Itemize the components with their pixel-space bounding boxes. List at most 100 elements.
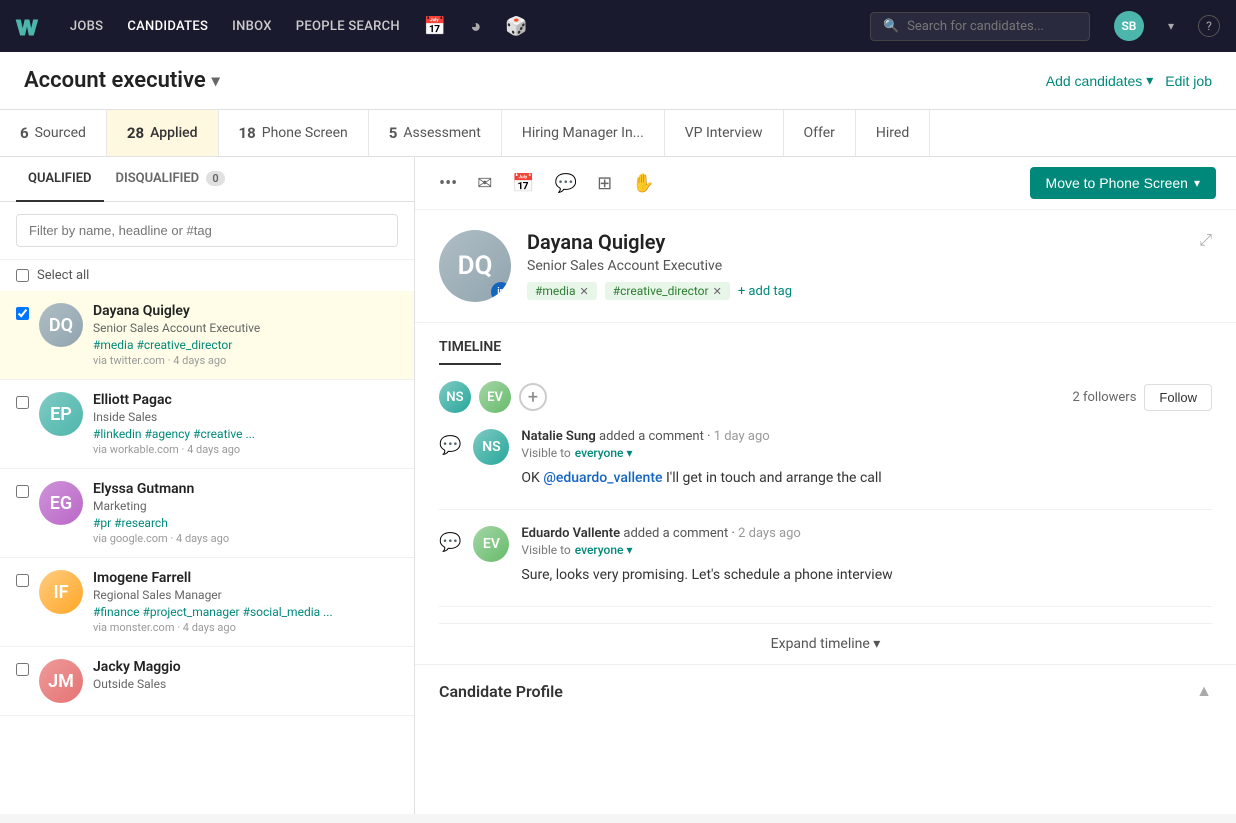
comment-divider bbox=[439, 509, 1212, 510]
left-panel: QUALIFIED DISQUALIFIED 0 Select all DQ D… bbox=[0, 157, 415, 814]
job-title: Account executive bbox=[24, 68, 206, 93]
select-all-checkbox[interactable] bbox=[16, 269, 29, 282]
comment-text: Sure, looks very promising. Let's schedu… bbox=[521, 565, 1212, 586]
filter-input[interactable] bbox=[16, 214, 398, 247]
list-item[interactable]: EG Elyssa Gutmann Marketing #pr #researc… bbox=[0, 469, 414, 558]
candidate-checkbox[interactable] bbox=[16, 396, 29, 409]
candidate-name: Imogene Farrell bbox=[93, 570, 398, 586]
tab-hiring-manager[interactable]: Hiring Manager In... bbox=[502, 110, 665, 156]
hiring-manager-label: Hiring Manager In... bbox=[522, 125, 644, 141]
move-button-chevron-icon: ▾ bbox=[1194, 176, 1200, 190]
page-actions: Add candidates ▾ Edit job bbox=[1046, 72, 1212, 89]
tab-disqualified[interactable]: DISQUALIFIED 0 bbox=[104, 157, 237, 202]
calendar-icon[interactable]: 📅 bbox=[424, 16, 446, 37]
add-candidates-chevron-icon: ▾ bbox=[1146, 72, 1153, 89]
add-tag-button[interactable]: + add tag bbox=[738, 284, 792, 299]
candidate-checkbox[interactable] bbox=[16, 574, 29, 587]
visibility-everyone[interactable]: everyone ▾ bbox=[575, 446, 633, 460]
list-item[interactable]: IF Imogene Farrell Regional Sales Manage… bbox=[0, 558, 414, 647]
clock-icon[interactable]: ◕ bbox=[470, 16, 481, 37]
sourced-count: 6 bbox=[20, 124, 29, 142]
candidate-title: Regional Sales Manager bbox=[93, 588, 398, 602]
phone-screen-count: 18 bbox=[239, 124, 256, 142]
expand-icon[interactable]: ⤢ bbox=[1199, 230, 1212, 250]
navbar: 𝐰 JOBS CANDIDATES INBOX PEOPLE SEARCH 📅 … bbox=[0, 0, 1236, 52]
tab-assessment[interactable]: 5 Assessment bbox=[369, 110, 502, 156]
candidate-profile-section: Candidate Profile ▲ bbox=[415, 664, 1236, 717]
remove-tag-media[interactable]: ✕ bbox=[580, 285, 589, 298]
move-to-phone-screen-button[interactable]: Move to Phone Screen ▾ bbox=[1030, 167, 1216, 199]
candidate-source: via monster.com · 4 days ago bbox=[93, 621, 398, 634]
add-follower-button[interactable]: + bbox=[519, 383, 547, 411]
nav-candidates[interactable]: CANDIDATES bbox=[127, 19, 208, 34]
candidate-name: Elyssa Gutmann bbox=[93, 481, 398, 497]
nav-inbox[interactable]: INBOX bbox=[232, 19, 272, 34]
edit-job-button[interactable]: Edit job bbox=[1165, 73, 1212, 89]
follower-avatar-1: NS bbox=[439, 381, 471, 413]
candidate-title: Senior Sales Account Executive bbox=[93, 321, 398, 335]
tab-hired[interactable]: Hired bbox=[856, 110, 930, 156]
comment-visibility: Visible to everyone ▾ bbox=[521, 543, 1212, 557]
follow-button[interactable]: Follow bbox=[1144, 384, 1212, 411]
email-icon[interactable]: ✉ bbox=[473, 169, 496, 198]
tab-sourced[interactable]: 6 Sourced bbox=[0, 110, 107, 156]
candidate-tags: #pr #research bbox=[93, 516, 398, 530]
tag-creative-director: #creative_director ✕ bbox=[605, 282, 730, 300]
page-header: Account executive ▾ Add candidates ▾ Edi… bbox=[0, 52, 1236, 110]
user-avatar[interactable]: SB bbox=[1114, 11, 1144, 41]
search-bar[interactable]: 🔍 Search for candidates... bbox=[870, 12, 1090, 41]
hand-icon[interactable]: ✋ bbox=[628, 169, 658, 198]
list-item[interactable]: EP Elliott Pagac Inside Sales #linkedin … bbox=[0, 380, 414, 469]
comment-time: 1 day ago bbox=[714, 429, 770, 444]
remove-tag-creative-director[interactable]: ✕ bbox=[713, 285, 722, 298]
candidate-checkbox[interactable] bbox=[16, 663, 29, 676]
avatar: EG bbox=[39, 481, 83, 525]
commenter-avatar-1: NS bbox=[473, 429, 509, 465]
comment-item: 💬 EV Eduardo Vallente added a comment · … bbox=[439, 526, 1212, 586]
add-candidates-button[interactable]: Add candidates ▾ bbox=[1046, 72, 1154, 89]
move-button-label: Move to Phone Screen bbox=[1046, 175, 1188, 191]
grid-icon[interactable]: ⊞ bbox=[593, 169, 616, 198]
more-options-icon[interactable]: ••• bbox=[435, 169, 461, 198]
nav-people-search[interactable]: PEOPLE SEARCH bbox=[296, 19, 400, 34]
tab-offer[interactable]: Offer bbox=[784, 110, 856, 156]
candidate-checkbox[interactable] bbox=[16, 307, 29, 320]
page-title: Account executive ▾ bbox=[24, 68, 220, 93]
search-placeholder: Search for candidates... bbox=[907, 19, 1044, 34]
tag-media: #media ✕ bbox=[527, 282, 597, 300]
tab-qualified[interactable]: QUALIFIED bbox=[16, 157, 104, 202]
candidate-name: Jacky Maggio bbox=[93, 659, 398, 675]
list-item[interactable]: JM Jacky Maggio Outside Sales bbox=[0, 647, 414, 716]
expand-timeline-button[interactable]: Expand timeline ▾ bbox=[439, 623, 1212, 664]
nav-jobs[interactable]: JOBS bbox=[70, 19, 103, 34]
calendar-icon[interactable]: 📅 bbox=[508, 169, 538, 198]
candidate-info: Elyssa Gutmann Marketing #pr #research v… bbox=[93, 481, 398, 545]
tab-vp-interview[interactable]: VP Interview bbox=[665, 110, 784, 156]
tab-applied[interactable]: 28 Applied bbox=[107, 110, 219, 156]
logo[interactable]: 𝐰 bbox=[16, 9, 38, 43]
detail-tags: #media ✕ #creative_director ✕ + add tag bbox=[527, 282, 1183, 300]
candidate-title: Inside Sales bbox=[93, 410, 398, 424]
profile-collapse-icon[interactable]: ▲ bbox=[1196, 681, 1212, 701]
profile-title: Candidate Profile bbox=[439, 682, 563, 701]
expand-timeline-label: Expand timeline bbox=[771, 636, 870, 652]
avatar-chevron[interactable]: ▾ bbox=[1168, 19, 1174, 33]
followers-row: NS EV + 2 followers Follow bbox=[439, 381, 1212, 413]
candidate-name: Elliott Pagac bbox=[93, 392, 398, 408]
candidate-checkbox[interactable] bbox=[16, 485, 29, 498]
tab-phone-screen[interactable]: 18 Phone Screen bbox=[219, 110, 369, 156]
visibility-everyone[interactable]: everyone ▾ bbox=[575, 543, 633, 557]
image-icon[interactable]: 🎲 bbox=[505, 16, 527, 37]
visibility-chevron-icon: ▾ bbox=[626, 543, 632, 557]
stage-tabs: 6 Sourced 28 Applied 18 Phone Screen 5 A… bbox=[0, 110, 1236, 157]
title-chevron-icon[interactable]: ▾ bbox=[212, 71, 220, 90]
comment-visibility: Visible to everyone ▾ bbox=[521, 446, 1212, 460]
help-button[interactable]: ? bbox=[1198, 15, 1220, 37]
candidates-list: DQ Dayana Quigley Senior Sales Account E… bbox=[0, 291, 414, 814]
vp-interview-label: VP Interview bbox=[685, 125, 763, 141]
candidate-info: Elliott Pagac Inside Sales #linkedin #ag… bbox=[93, 392, 398, 456]
visibility-prefix: Visible to bbox=[521, 446, 570, 460]
comment-icon[interactable]: 💬 bbox=[551, 169, 581, 198]
comment-item: 💬 NS Natalie Sung added a comment · 1 da… bbox=[439, 429, 1212, 489]
list-item[interactable]: DQ Dayana Quigley Senior Sales Account E… bbox=[0, 291, 414, 380]
